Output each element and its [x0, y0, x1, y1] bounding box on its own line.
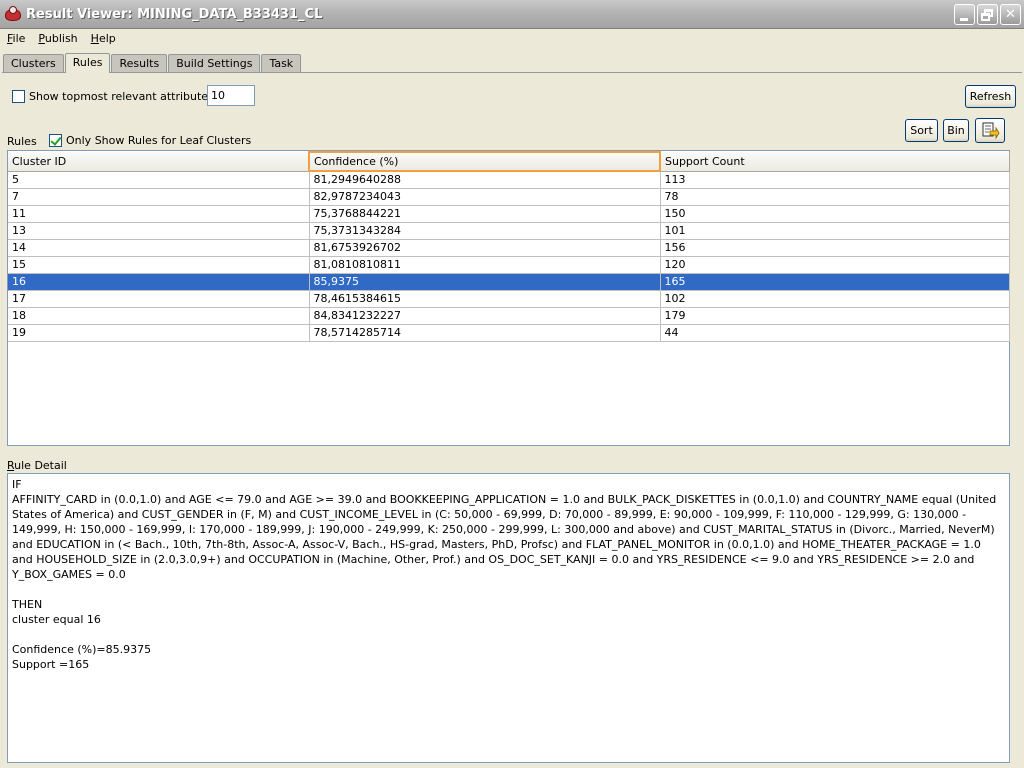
tab-rules[interactable]: Rules — [64, 53, 111, 73]
topmost-attributes-checkbox[interactable] — [12, 89, 25, 103]
table-row[interactable]: 15 81,0810810811 120 — [8, 256, 1010, 274]
topmost-attributes-row: Show topmost relevant attributes: — [12, 85, 218, 107]
rule-detail-line: Support =165 — [12, 658, 90, 671]
menu-file[interactable]: File — [0, 30, 31, 48]
column-header-cluster-id[interactable]: Cluster ID — [8, 152, 310, 172]
bin-button[interactable]: Bin — [943, 119, 969, 142]
rule-detail-line: Confidence (%)=85.9375 — [12, 643, 152, 656]
topmost-attributes-input[interactable] — [207, 85, 255, 106]
table-row[interactable]: 14 81,6753926702 156 — [8, 239, 1010, 257]
rule-detail-line: cluster equal 16 — [12, 613, 101, 626]
tab-build-settings[interactable]: Build Settings — [168, 54, 261, 73]
export-button[interactable] — [975, 118, 1005, 143]
cell-confidence: 82,9787234043 — [309, 188, 661, 206]
refresh-button[interactable]: Refresh — [965, 85, 1016, 108]
cell-cluster-id: 19 — [8, 324, 310, 342]
cell-support-count: 179 — [660, 307, 1010, 325]
rules-label: Rules — [7, 135, 37, 148]
table-row[interactable]: 7 82,9787234043 78 — [8, 188, 1010, 206]
column-header-confidence[interactable]: Confidence (%) — [308, 151, 661, 172]
menu-help[interactable]: Help — [84, 30, 122, 48]
minimize-icon — [960, 18, 968, 21]
table-row[interactable]: 11 75,3768844221 150 — [8, 205, 1010, 223]
cell-support-count: 102 — [660, 290, 1010, 308]
cell-support-count: 78 — [660, 188, 1010, 206]
cell-support-count: 101 — [660, 222, 1010, 240]
close-button[interactable]: ✕ — [1000, 4, 1021, 25]
cell-cluster-id: 18 — [8, 307, 310, 325]
table-row[interactable]: 18 84,8341232227 179 — [8, 307, 1010, 325]
tab-task[interactable]: Task — [261, 54, 302, 73]
rule-detail-label: Rule Detail — [7, 459, 67, 472]
cell-support-count: 165 — [660, 273, 1010, 291]
leaf-clusters-checkbox[interactable] — [49, 133, 62, 147]
cell-cluster-id: 15 — [8, 256, 310, 274]
leaf-clusters-label: Only Show Rules for Leaf Clusters — [66, 133, 252, 147]
menu-bar: File Publish Help — [0, 29, 1024, 49]
cell-support-count: 156 — [660, 239, 1010, 257]
cell-confidence: 85,9375 — [309, 273, 661, 291]
sort-button[interactable]: Sort — [905, 119, 938, 142]
table-row[interactable]: 17 78,4615384615 102 — [8, 290, 1010, 308]
cell-confidence: 78,5714285714 — [309, 324, 661, 342]
cell-confidence: 81,6753926702 — [309, 239, 661, 257]
window-title: Result Viewer: MINING_DATA_B33431_CL — [26, 6, 323, 22]
cell-confidence: 84,8341232227 — [309, 307, 661, 325]
cell-support-count: 113 — [660, 171, 1010, 189]
table-row[interactable]: 16 85,9375 165 — [8, 273, 1010, 291]
cell-confidence: 81,2949640288 — [309, 171, 661, 189]
table-row[interactable]: 5 81,2949640288 113 — [8, 171, 1010, 189]
cell-cluster-id: 13 — [8, 222, 310, 240]
cell-support-count: 150 — [660, 205, 1010, 223]
cell-confidence: 75,3731343284 — [309, 222, 661, 240]
rule-detail-line: THEN — [12, 598, 43, 611]
cell-support-count: 120 — [660, 256, 1010, 274]
cell-confidence: 75,3768844221 — [309, 205, 661, 223]
leaf-clusters-row: Only Show Rules for Leaf Clusters — [49, 132, 251, 148]
export-icon — [982, 122, 1000, 139]
rules-table[interactable]: Cluster ID Confidence (%) Support Count … — [7, 150, 1010, 446]
restore-button[interactable] — [977, 4, 998, 25]
title-bar[interactable]: Result Viewer: MINING_DATA_B33431_CL ✕ — [0, 0, 1024, 29]
column-header-support-count[interactable]: Support Count — [660, 152, 1010, 172]
app-icon — [4, 6, 21, 22]
menu-publish[interactable]: Publish — [31, 30, 83, 48]
rule-detail-line: AFFINITY_CARD in (0.0,1.0) and AGE <= 79… — [12, 493, 997, 581]
cell-cluster-id: 17 — [8, 290, 310, 308]
tab-panel-border — [2, 72, 1022, 73]
cell-cluster-id: 5 — [8, 171, 310, 189]
rule-detail-text[interactable]: IF AFFINITY_CARD in (0.0,1.0) and AGE <= … — [7, 473, 1010, 763]
cell-cluster-id: 7 — [8, 188, 310, 206]
close-icon: ✕ — [1005, 7, 1016, 22]
tab-results[interactable]: Results — [111, 54, 168, 73]
cell-support-count: 44 — [660, 324, 1010, 342]
cell-cluster-id: 16 — [8, 273, 310, 291]
topmost-attributes-label: Show topmost relevant attributes: — [29, 89, 218, 103]
cell-cluster-id: 11 — [8, 205, 310, 223]
rule-detail-line — [12, 627, 1005, 642]
cell-cluster-id: 14 — [8, 239, 310, 257]
table-row[interactable]: 13 75,3731343284 101 — [8, 222, 1010, 240]
cell-confidence: 78,4615384615 — [309, 290, 661, 308]
table-row[interactable]: 19 78,5714285714 44 — [8, 324, 1010, 342]
minimize-button[interactable] — [954, 4, 975, 25]
tab-clusters[interactable]: Clusters — [3, 54, 64, 73]
rule-detail-line: IF — [12, 478, 22, 491]
rule-detail-line — [12, 582, 1005, 597]
cell-confidence: 81,0810810811 — [309, 256, 661, 274]
tab-strip: Clusters Rules Results Build Settings Ta… — [3, 53, 302, 73]
